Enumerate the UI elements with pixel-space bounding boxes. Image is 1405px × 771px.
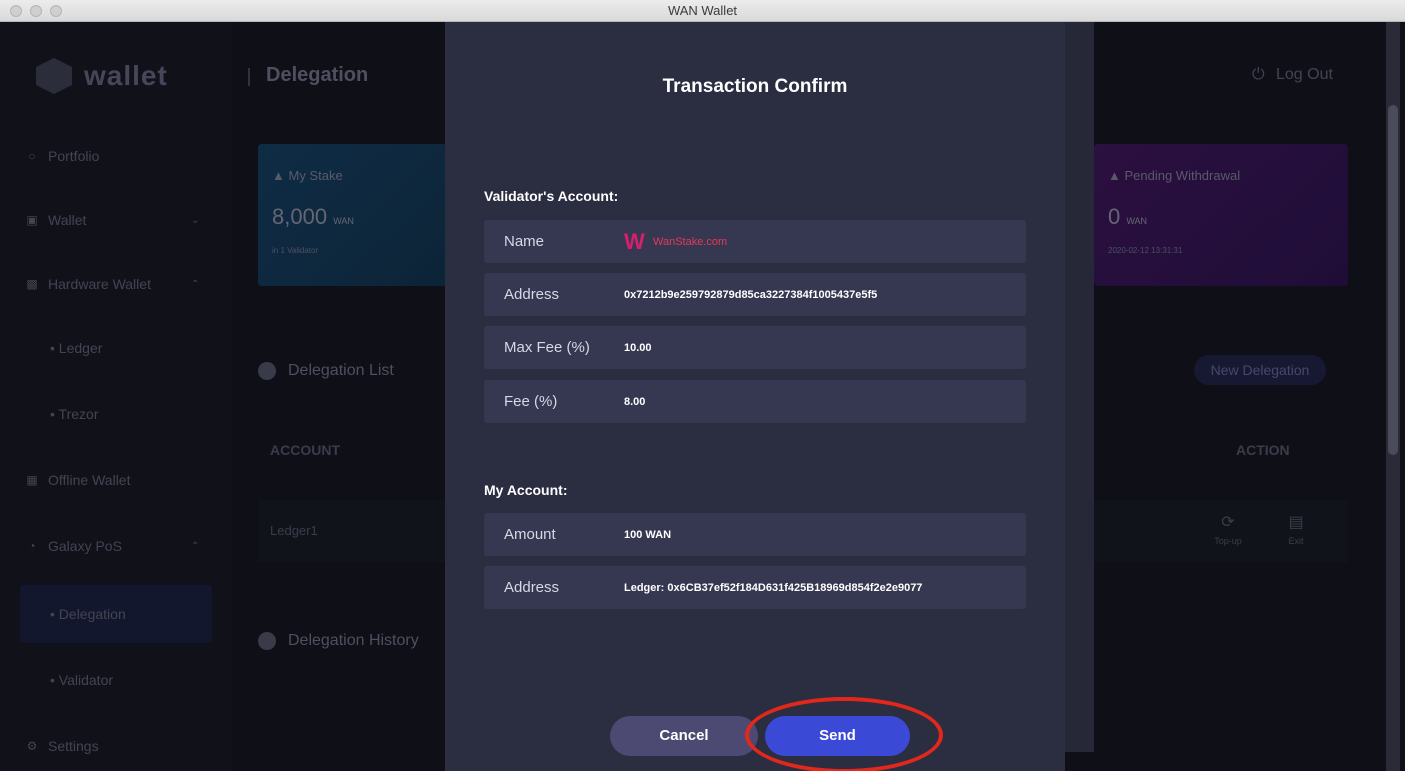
amount-value: 100 WAN — [624, 528, 672, 541]
max-fee-field: Max Fee (%) 10.00 — [484, 326, 1026, 369]
validator-name-field: Name W WanStake.com — [484, 220, 1026, 263]
field-label: Amount — [504, 526, 556, 543]
field-label: Address — [504, 286, 560, 303]
field-label: Name — [504, 233, 545, 250]
max-fee-value: 10.00 — [624, 341, 652, 354]
amount-field: Amount 100 WAN — [484, 513, 1026, 556]
validator-name-value: WanStake.com — [653, 235, 728, 248]
window-title: WAN Wallet — [667, 3, 738, 18]
dialog-underlay — [1060, 22, 1094, 752]
transaction-confirm-dialog: Transaction Confirm Validator's Account:… — [445, 22, 1065, 771]
fee-field: Fee (%) 8.00 — [484, 380, 1026, 423]
validator-address-field: Address 0x7212b9e259792879d85ca3227384f1… — [484, 273, 1026, 316]
validator-section-label: Validator's Account: — [484, 188, 619, 204]
field-label: Address — [504, 579, 560, 596]
my-account-section-label: My Account: — [484, 482, 568, 498]
scrollbar[interactable] — [1388, 105, 1398, 455]
field-label: Max Fee (%) — [504, 339, 590, 356]
send-highlight-ring — [745, 697, 943, 771]
wanstake-logo-icon: W — [624, 229, 645, 254]
fee-value: 8.00 — [624, 395, 646, 408]
my-address-field: Address Ledger: 0x6CB37ef52f184D631f425B… — [484, 566, 1026, 609]
dialog-title: Transaction Confirm — [662, 76, 848, 97]
field-label: Fee (%) — [504, 393, 558, 410]
validator-address-value: 0x7212b9e259792879d85ca3227384f1005437e5… — [624, 288, 878, 301]
my-address-value: Ledger: 0x6CB37ef52f184D631f425B18969d85… — [624, 581, 923, 594]
cancel-button[interactable]: Cancel — [610, 716, 758, 756]
window-titlebar: WAN Wallet — [0, 0, 1405, 22]
